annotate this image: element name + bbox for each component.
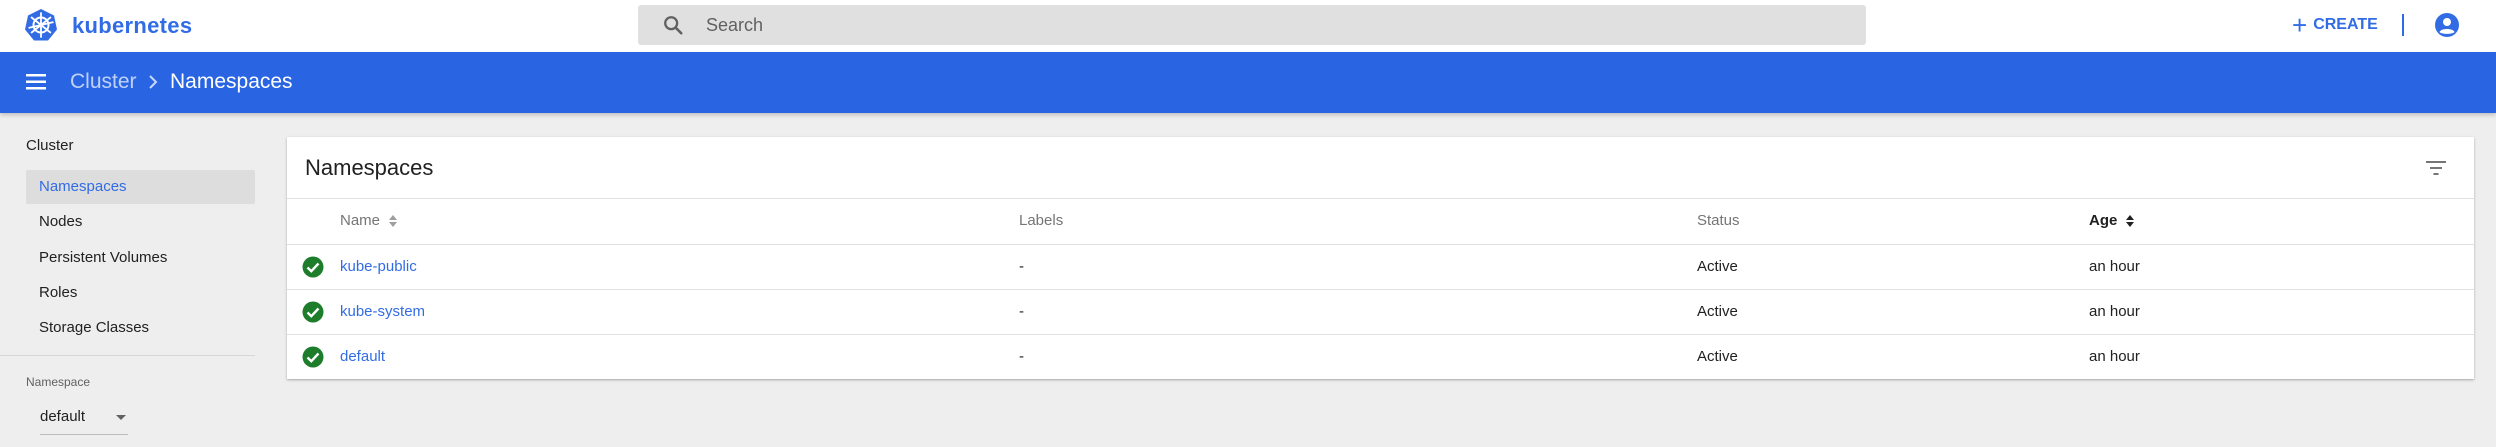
column-header-age-label: Age — [2089, 212, 2118, 229]
sidebar-item-namespaces[interactable]: Namespaces — [26, 170, 255, 204]
sidebar-item-persistent-volumes[interactable]: Persistent Volumes — [26, 241, 255, 275]
column-header-name-label: Name — [340, 212, 381, 229]
sidebar-item-storage-classes[interactable]: Storage Classes — [26, 311, 255, 345]
brand-title[interactable]: kubernetes — [72, 13, 192, 39]
plus-icon: + — [2292, 10, 2308, 40]
toolbar-divider — [2402, 14, 2404, 36]
namespace-labels: - — [1019, 348, 1024, 365]
check-circle-icon — [302, 301, 324, 323]
create-button[interactable]: + CREATE — [2292, 11, 2378, 39]
dropdown-arrow-icon — [116, 415, 126, 420]
search-bar[interactable] — [638, 5, 1866, 45]
table-row: kube-public - Active an hour — [287, 244, 2474, 289]
namespace-status: Active — [1697, 303, 1738, 320]
sidebar-item-roles[interactable]: Roles — [26, 276, 255, 310]
sort-icon — [389, 214, 398, 227]
column-header-labels-label: Labels — [1019, 212, 1064, 229]
namespace-name-link[interactable]: default — [340, 348, 385, 365]
namespace-select-value: default — [40, 408, 86, 425]
namespace-labels: - — [1019, 303, 1024, 320]
card-header-divider — [287, 198, 2474, 199]
sidebar-heading-cluster[interactable]: Cluster — [26, 137, 74, 154]
account-circle-icon[interactable] — [2434, 12, 2460, 38]
chevron-right-icon — [149, 75, 158, 89]
column-header-name[interactable]: Name — [340, 212, 398, 229]
namespace-age: an hour — [2089, 348, 2140, 365]
namespaces-card: Namespaces Name Labels Status Age kube-p… — [287, 137, 2474, 379]
sidebar-divider — [0, 355, 255, 356]
namespace-name-link[interactable]: kube-system — [340, 303, 425, 320]
card-title: Namespaces — [305, 155, 434, 180]
column-header-age[interactable]: Age — [2089, 212, 2135, 229]
table-row: kube-system - Active an hour — [287, 289, 2474, 334]
create-button-label: CREATE — [2313, 16, 2378, 33]
breadcrumb-toolbar: Cluster Namespaces — [0, 52, 2496, 113]
column-header-status-label: Status — [1697, 212, 1740, 229]
namespace-status: Active — [1697, 258, 1738, 275]
namespace-labels: - — [1019, 258, 1024, 275]
kubernetes-logo-icon[interactable] — [24, 8, 58, 42]
filter-icon[interactable] — [2425, 159, 2447, 177]
namespace-name-link[interactable]: kube-public — [340, 258, 417, 275]
table-row: default - Active an hour — [287, 334, 2474, 379]
breadcrumb-current: Namespaces — [170, 70, 293, 93]
sort-icon — [2126, 214, 2135, 227]
search-icon — [664, 16, 683, 35]
check-circle-icon — [302, 256, 324, 278]
check-circle-icon — [302, 346, 324, 368]
namespace-age: an hour — [2089, 303, 2140, 320]
breadcrumb-cluster-link[interactable]: Cluster — [70, 70, 137, 94]
namespace-age: an hour — [2089, 258, 2140, 275]
column-header-status: Status — [1697, 212, 1740, 229]
search-input[interactable] — [706, 5, 1846, 45]
top-bar: kubernetes + CREATE — [0, 0, 2496, 52]
namespace-select[interactable]: default — [40, 405, 128, 435]
sidebar-item-nodes[interactable]: Nodes — [26, 205, 255, 239]
sidebar: Cluster Namespaces Nodes Persistent Volu… — [0, 113, 255, 447]
column-header-labels: Labels — [1019, 212, 1063, 229]
menu-icon[interactable] — [24, 72, 50, 92]
namespace-status: Active — [1697, 348, 1738, 365]
namespace-label: Namespace — [26, 375, 91, 389]
